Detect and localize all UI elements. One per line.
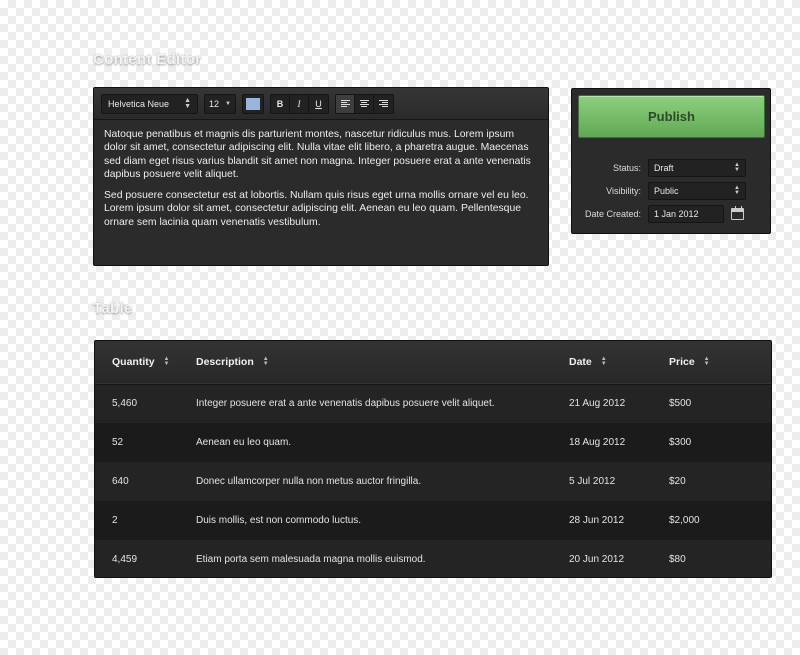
format-button-group: B I U xyxy=(270,93,329,114)
status-row: Status: Draft ▲ ▼ xyxy=(572,159,772,177)
cell-price: $20 xyxy=(669,476,686,487)
align-right-button[interactable] xyxy=(374,95,393,113)
header-label: Price xyxy=(669,356,695,369)
cell-date: 28 Jun 2012 xyxy=(569,515,625,526)
select-arrows-icon: ▲ ▼ xyxy=(184,96,191,110)
header-label: Date xyxy=(569,356,592,369)
sort-icon: ▲ ▼ xyxy=(262,356,269,368)
caret-down-icon: ▼ xyxy=(225,100,231,107)
cell-description: Duis mollis, est non commodo luctus. xyxy=(196,515,362,526)
table-title: Table xyxy=(93,300,133,317)
date-created-value: 1 Jan 2012 xyxy=(654,209,699,219)
text-color-picker[interactable] xyxy=(242,93,264,114)
cell-price: $300 xyxy=(669,437,692,448)
cell-quantity: 2 xyxy=(112,515,118,526)
align-right-icon xyxy=(379,100,388,107)
table-row[interactable]: 2 Duis mollis, est non commodo luctus. 2… xyxy=(95,501,771,540)
cell-date: 5 Jul 2012 xyxy=(569,476,616,487)
publish-button[interactable]: Publish xyxy=(578,95,765,138)
cell-price: $500 xyxy=(669,398,692,410)
sort-icon: ▲ ▼ xyxy=(163,356,170,368)
status-label: Status: xyxy=(612,163,641,173)
editor-paragraph: Sed posuere consectetur est at lobortis.… xyxy=(104,190,529,228)
calendar-icon[interactable] xyxy=(731,206,744,220)
publish-panel: Publish Status: Draft ▲ ▼ Visibility: Pub… xyxy=(571,88,771,234)
date-created-field[interactable]: 1 Jan 2012 xyxy=(648,205,724,223)
italic-button[interactable]: I xyxy=(290,94,309,113)
table-row[interactable]: 5,460 Integer posuere erat a ante venena… xyxy=(95,384,771,423)
cell-quantity: 52 xyxy=(112,437,124,448)
sort-icon: ▲ ▼ xyxy=(600,356,607,368)
sort-icon: ▲ ▼ xyxy=(703,356,710,368)
align-center-icon xyxy=(359,100,369,107)
font-family-select[interactable]: Helvetica Neue ▲ ▼ xyxy=(101,93,198,114)
column-header-quantity[interactable]: Quantity ▲ ▼ xyxy=(95,341,196,384)
cell-description: Donec ullamcorper nulla non metus auctor… xyxy=(196,476,422,487)
content-editor: Helvetica Neue ▲ ▼ 12 ▼ B I U Natoque pe… xyxy=(93,87,549,266)
cell-date: 21 Aug 2012 xyxy=(569,398,626,410)
visibility-select[interactable]: Public ▲ ▼ xyxy=(648,182,746,200)
cell-description: Aenean eu leo quam. xyxy=(196,437,292,448)
align-left-button[interactable] xyxy=(336,94,355,113)
underline-button[interactable]: U xyxy=(309,95,328,113)
editor-toolbar: Helvetica Neue ▲ ▼ 12 ▼ B I U xyxy=(94,88,548,120)
cell-price: $80 xyxy=(669,554,686,565)
cell-date: 20 Jun 2012 xyxy=(569,554,625,565)
align-left-icon xyxy=(340,100,350,107)
align-button-group xyxy=(335,93,394,114)
status-value: Draft xyxy=(654,163,674,173)
data-table: Quantity ▲ ▼ Description ▲ ▼ Date ▲ ▼ Price… xyxy=(94,340,772,578)
cell-price: $2,000 xyxy=(669,515,700,526)
column-header-description[interactable]: Description ▲ ▼ xyxy=(196,341,569,384)
date-created-row: Date Created: 1 Jan 2012 xyxy=(572,205,772,223)
cell-quantity: 640 xyxy=(112,476,129,487)
align-center-button[interactable] xyxy=(355,94,374,113)
select-arrows-icon: ▲ ▼ xyxy=(734,185,740,196)
status-select[interactable]: Draft ▲ ▼ xyxy=(648,159,746,177)
cell-date: 18 Aug 2012 xyxy=(569,437,626,448)
table-header-row: Quantity ▲ ▼ Description ▲ ▼ Date ▲ ▼ Price… xyxy=(95,341,771,384)
cell-description: Integer posuere erat a ante venenatis da… xyxy=(196,398,495,410)
bold-button[interactable]: B xyxy=(271,94,290,113)
color-swatch-icon xyxy=(246,97,260,110)
cell-description: Etiam porta sem malesuada magna mollis e… xyxy=(196,554,426,565)
visibility-value: Public xyxy=(654,186,679,196)
cell-quantity: 4,459 xyxy=(112,554,138,565)
table-row[interactable]: 4,459 Etiam porta sem malesuada magna mo… xyxy=(95,540,771,577)
font-size-select[interactable]: 12 ▼ xyxy=(204,93,236,114)
editor-paragraph: Natoque penatibus et magnis dis parturie… xyxy=(104,129,531,180)
editor-text-area[interactable]: Natoque penatibus et magnis dis parturie… xyxy=(94,120,548,237)
font-size-value: 12 xyxy=(209,98,220,109)
header-label: Description xyxy=(196,356,254,369)
table-row[interactable]: 52 Aenean eu leo quam. 18 Aug 2012 $300 xyxy=(95,423,771,462)
content-editor-title: Content Editor xyxy=(93,51,202,68)
visibility-row: Visibility: Public ▲ ▼ xyxy=(572,182,772,200)
font-family-value: Helvetica Neue xyxy=(108,98,170,109)
cell-quantity: 5,460 xyxy=(112,398,138,410)
column-header-date[interactable]: Date ▲ ▼ xyxy=(569,341,669,384)
column-header-price[interactable]: Price ▲ ▼ xyxy=(669,341,771,384)
select-arrows-icon: ▲ ▼ xyxy=(734,162,740,173)
date-created-label: Date Created: xyxy=(584,209,641,219)
header-label: Quantity xyxy=(112,356,155,369)
table-row[interactable]: 640 Donec ullamcorper nulla non metus au… xyxy=(95,462,771,501)
visibility-label: Visibility: xyxy=(606,186,641,196)
